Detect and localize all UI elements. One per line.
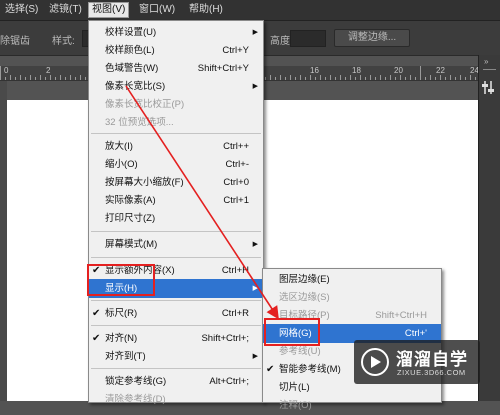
- play-logo-icon: [361, 348, 389, 376]
- watermark: 溜溜自学 ZIXUE.3D66.COM: [354, 340, 480, 384]
- watermark-brand: 溜溜自学: [396, 350, 468, 369]
- watermark-url: ZIXUE.3D66.COM: [397, 368, 466, 377]
